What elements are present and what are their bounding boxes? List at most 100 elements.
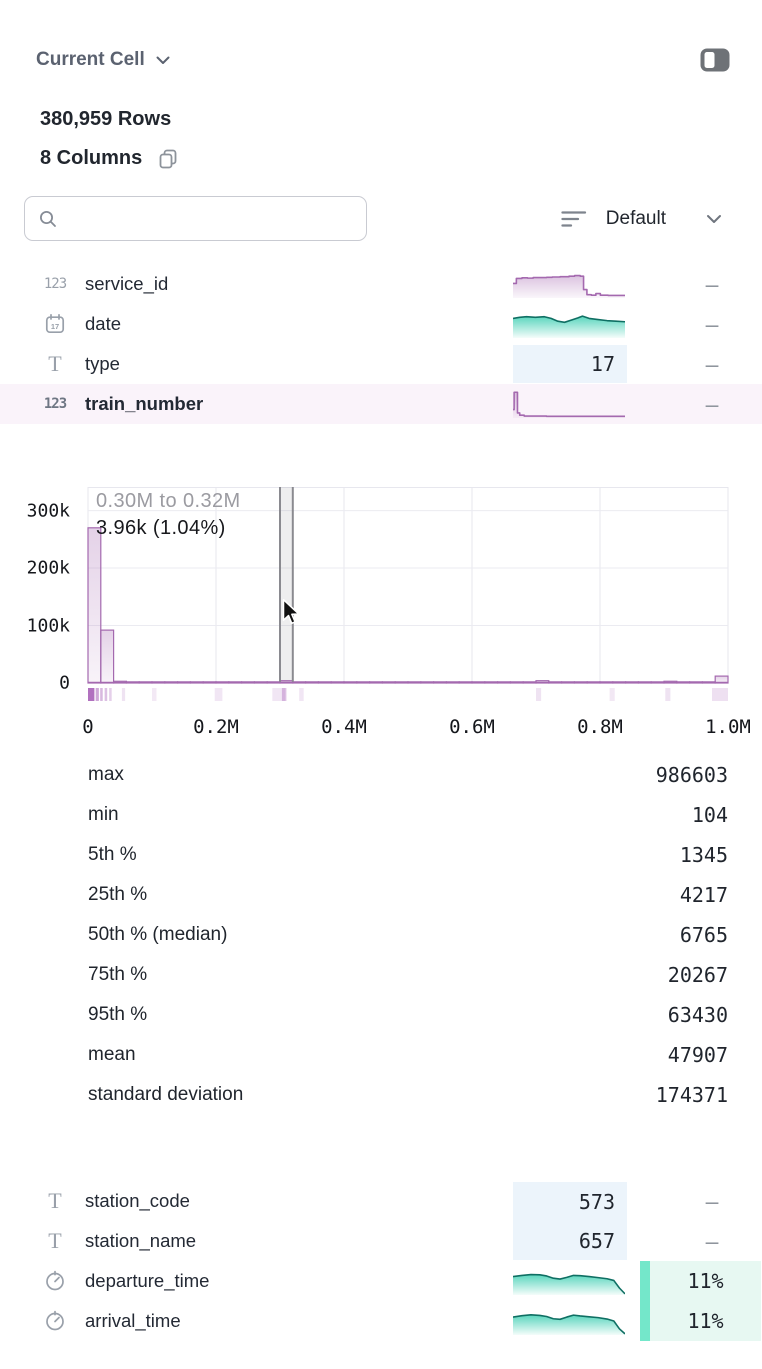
scope-selector-label: Current Cell	[36, 49, 145, 71]
missing-indicator: –	[700, 304, 724, 344]
x-tick-label: 1.0M	[705, 716, 751, 738]
stat-value: 47907	[668, 1043, 728, 1067]
y-axis-labels: 300k200k100k0	[0, 487, 70, 683]
text-type-icon: T	[37, 344, 73, 384]
stat-row: standard deviation 174371	[0, 1075, 762, 1115]
distinct-count-cell: 573	[513, 1182, 627, 1221]
calendar-icon: 17	[37, 304, 73, 344]
sort-icon	[561, 210, 587, 228]
dataset-meta: 380,959 Rows 8 Columns	[40, 100, 179, 178]
stat-label: 75th %	[88, 964, 147, 986]
x-tick-label: 0.2M	[193, 716, 239, 738]
column-name: departure_time	[85, 1261, 209, 1301]
text-type-icon: T	[37, 1181, 73, 1221]
missing-indicator: –	[700, 344, 724, 384]
stat-label: mean	[88, 1044, 136, 1066]
column-row-date[interactable]: 17 date –	[0, 304, 762, 344]
column-row-train-number[interactable]: 123 train_number –	[0, 384, 762, 424]
toolbar: Default	[24, 196, 722, 241]
column-name: station_name	[85, 1221, 196, 1261]
summary-statistics: max 986603 min 104 5th % 1345 25th % 4217 50…	[0, 755, 762, 1115]
search-input[interactable]	[67, 208, 353, 230]
distribution-sparkline	[513, 310, 625, 338]
copy-button[interactable]	[157, 148, 179, 170]
scope-selector[interactable]: Current Cell	[36, 49, 170, 71]
stat-row: 50th % (median) 6765	[0, 915, 762, 955]
stat-value: 20267	[668, 963, 728, 987]
x-tick-label: 0.8M	[577, 716, 623, 738]
column-row-station-code[interactable]: T station_code 573 –	[0, 1181, 762, 1221]
column-name: date	[85, 304, 121, 344]
data-profiler-panel: Current Cell 380,959 Rows 8 Columns	[0, 0, 762, 1369]
column-row-arrival-time[interactable]: arrival_time 11%	[0, 1301, 762, 1341]
null-percentage-cell: 11%	[640, 1301, 761, 1341]
column-row-service-id[interactable]: 123 service_id –	[0, 264, 762, 304]
stat-label: standard deviation	[88, 1084, 243, 1106]
stat-value: 174371	[656, 1083, 728, 1107]
x-tick-label: 0.6M	[449, 716, 495, 738]
column-list-top: 123 service_id – 17 date – T type 17 –	[0, 264, 762, 424]
chevron-down-icon	[156, 56, 170, 65]
missing-indicator: –	[700, 264, 724, 304]
distribution-sparkline	[513, 1267, 625, 1295]
stat-value: 6765	[680, 923, 728, 947]
chevron-down-icon	[706, 214, 722, 224]
column-row-departure-time[interactable]: departure_time 11%	[0, 1261, 762, 1301]
x-axis-labels: 00.2M0.4M0.6M0.8M1.0M	[88, 716, 728, 742]
stat-value: 4217	[680, 883, 728, 907]
stat-row: mean 47907	[0, 1035, 762, 1075]
y-tick-label: 100k	[27, 615, 70, 636]
time-icon	[37, 1301, 73, 1341]
stat-row: 95th % 63430	[0, 995, 762, 1035]
column-row-type[interactable]: T type 17 –	[0, 344, 762, 384]
distinct-count-cell: 657	[513, 1221, 627, 1260]
y-tick-label: 0	[59, 673, 70, 694]
column-row-station-name[interactable]: T station_name 657 –	[0, 1221, 762, 1261]
column-count: 8 Columns	[40, 139, 142, 178]
stat-row: 5th % 1345	[0, 835, 762, 875]
x-tick-label: 0	[82, 716, 93, 738]
distribution-sparkline	[513, 270, 625, 298]
null-percentage-cell: 11%	[640, 1261, 761, 1301]
row-count: 380,959 Rows	[40, 100, 179, 139]
stat-value: 63430	[668, 1003, 728, 1027]
time-icon	[37, 1261, 73, 1301]
column-name: service_id	[85, 264, 168, 304]
missing-indicator: –	[700, 384, 724, 424]
svg-text:17: 17	[51, 322, 59, 331]
stat-value: 1345	[680, 843, 728, 867]
mouse-cursor	[282, 599, 303, 626]
number-type-icon: 123	[37, 264, 73, 304]
stat-value: 104	[692, 803, 728, 827]
copy-icon	[157, 148, 179, 170]
column-name: arrival_time	[85, 1301, 181, 1341]
stat-label: 25th %	[88, 884, 147, 906]
stat-value: 986603	[656, 763, 728, 787]
number-type-icon: 123	[37, 384, 73, 424]
stat-label: 95th %	[88, 1004, 147, 1026]
stat-label: 5th %	[88, 844, 137, 866]
stat-label: 50th % (median)	[88, 924, 227, 946]
column-list-bottom: T station_code 573 – T station_name 657 …	[0, 1181, 762, 1341]
panel-toggle-button[interactable]	[700, 48, 730, 72]
stat-label: min	[88, 804, 119, 826]
distribution-sparkline	[513, 1307, 625, 1335]
rug-plot	[88, 688, 728, 701]
panel-layout-icon	[700, 48, 730, 72]
header: Current Cell	[36, 44, 730, 76]
text-type-icon: T	[37, 1221, 73, 1261]
column-name: type	[85, 344, 120, 384]
stat-row: min 104	[0, 795, 762, 835]
stat-row: 75th % 20267	[0, 955, 762, 995]
stat-label: max	[88, 764, 124, 786]
distinct-count-cell: 17	[513, 345, 627, 383]
search-box[interactable]	[24, 196, 367, 241]
histogram-plot[interactable]: 0.30M to 0.32M 3.96k (1.04%)	[88, 487, 728, 683]
missing-indicator: –	[700, 1221, 724, 1261]
column-name: train_number	[85, 384, 203, 424]
y-tick-label: 300k	[27, 500, 70, 521]
histogram-section: 300k200k100k0 0.30M to 0.32M 3.96k (1.04…	[0, 487, 762, 755]
sort-control[interactable]: Default	[561, 208, 722, 230]
distribution-sparkline	[513, 390, 625, 418]
x-tick-label: 0.4M	[321, 716, 367, 738]
